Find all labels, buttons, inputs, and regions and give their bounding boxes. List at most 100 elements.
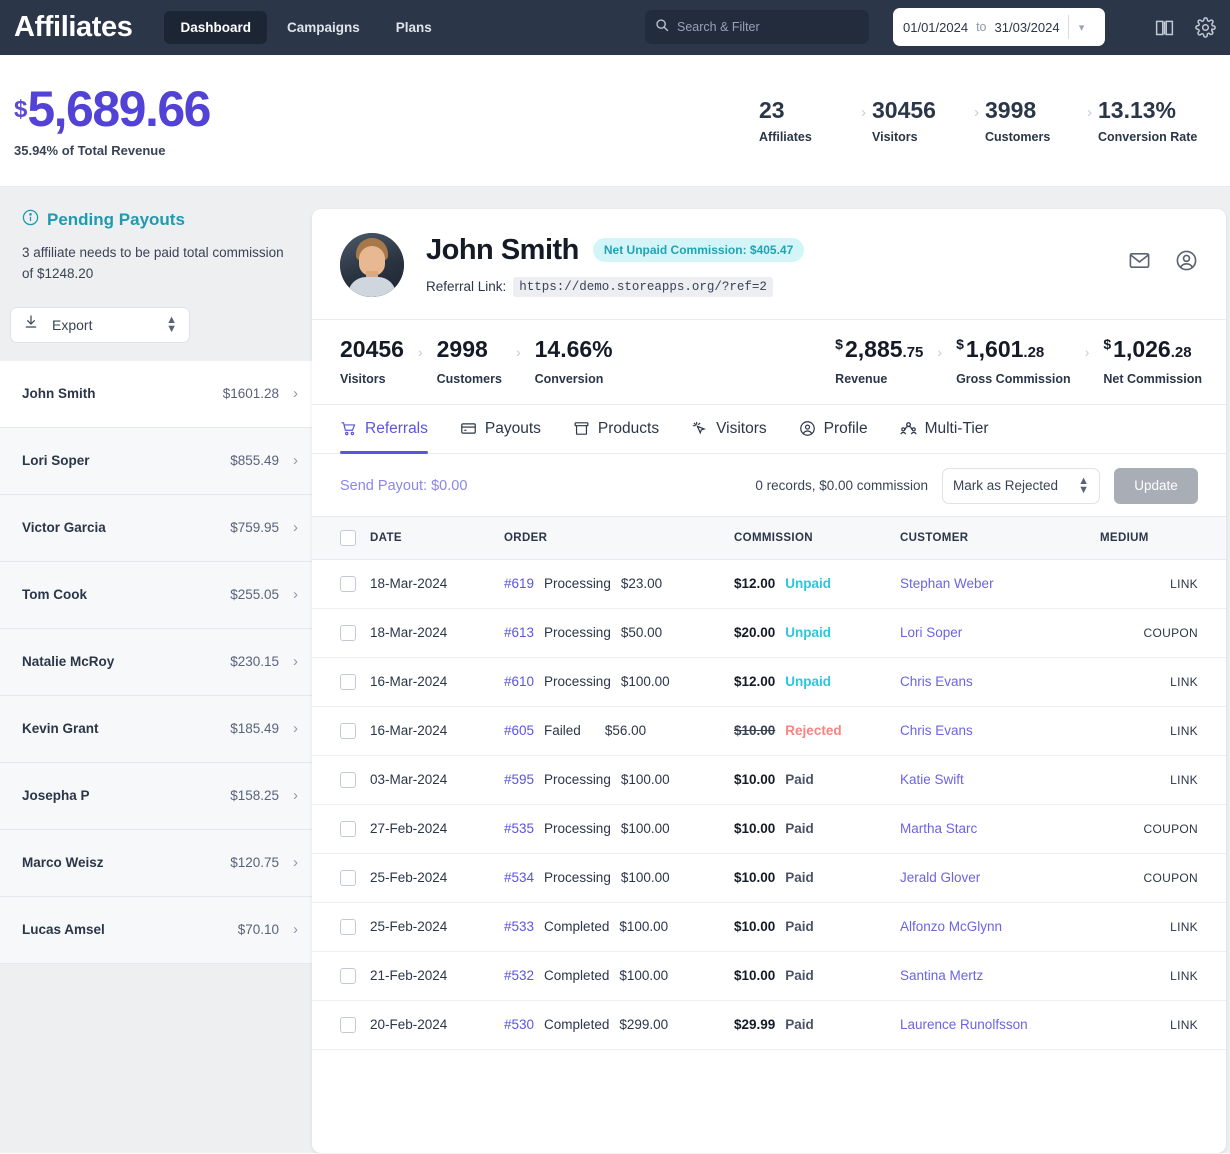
affiliate-list-item[interactable]: Lori Soper $855.49 ›	[0, 427, 312, 495]
cell-commission-amount: $10.00	[734, 772, 776, 788]
column-header-customer[interactable]: CUSTOMER	[900, 515, 1100, 560]
stat-gross-commission-value: $1,601.28	[956, 336, 1071, 364]
row-checkbox[interactable]	[340, 918, 356, 935]
cell-medium: LINK	[1170, 969, 1198, 984]
mail-icon[interactable]	[1128, 249, 1151, 272]
cell-customer[interactable]: Laurence Runolfsson	[900, 1017, 1028, 1032]
send-payout-link[interactable]: Send Payout: $0.00	[340, 478, 467, 494]
date-range-picker[interactable]: 01/01/2024 to 31/03/2024 ▾	[893, 8, 1105, 46]
table-row[interactable]: 20-Feb-2024 #530 Completed $299.00 $29.99 P…	[312, 1000, 1226, 1050]
affiliate-list-item[interactable]: Marco Weisz $120.75 ›	[0, 829, 312, 897]
cell-order-id[interactable]: #605	[504, 723, 534, 738]
row-checkbox[interactable]	[340, 575, 356, 592]
cell-order-id[interactable]: #610	[504, 674, 534, 689]
stepper-icon[interactable]: ▲ ▼	[166, 315, 177, 335]
stat-customers: 2998 Customers	[437, 336, 502, 386]
chevron-right-icon: ›	[1084, 343, 1090, 360]
cell-order-id[interactable]: #613	[504, 625, 534, 640]
chevron-right-icon: ›	[937, 343, 943, 360]
export-button[interactable]: Export ▲ ▼	[10, 306, 190, 343]
row-checkbox[interactable]	[340, 967, 356, 984]
cell-order-id[interactable]: #534	[504, 870, 534, 885]
table-row[interactable]: 18-Mar-2024 #613 Processing $50.00 $20.00 U…	[312, 608, 1226, 658]
row-checkbox[interactable]	[340, 820, 356, 837]
cell-customer[interactable]: Chris Evans	[900, 723, 973, 738]
gear-icon[interactable]	[1195, 17, 1216, 38]
column-header-commission[interactable]: COMMISSION	[734, 515, 900, 560]
column-header-date[interactable]: DATE	[370, 515, 504, 560]
column-header-medium[interactable]: MEDIUM	[1100, 515, 1226, 560]
bulk-action-select[interactable]: Mark as Rejected ▲ ▼	[942, 467, 1100, 504]
affiliate-list-item[interactable]: Victor Garcia $759.95 ›	[0, 494, 312, 562]
cell-customer[interactable]: Chris Evans	[900, 674, 973, 689]
table-row[interactable]: 16-Mar-2024 #610 Processing $100.00 $12.00…	[312, 657, 1226, 707]
cell-date: 25-Feb-2024	[370, 902, 504, 952]
cell-order-id[interactable]: #595	[504, 772, 534, 787]
tab-profile[interactable]: Profile	[799, 405, 868, 453]
select-all-checkbox[interactable]	[340, 529, 356, 546]
affiliate-list-item[interactable]: John Smith $1601.28 ›	[0, 360, 312, 428]
row-checkbox[interactable]	[340, 1016, 356, 1033]
tab-products[interactable]: Products	[573, 405, 659, 453]
table-row[interactable]: 27-Feb-2024 #535 Processing $100.00 $10.00…	[312, 804, 1226, 854]
table-row[interactable]: 18-Mar-2024 #619 Processing $23.00 $12.00 U…	[312, 559, 1226, 609]
cell-customer[interactable]: Santina Mertz	[900, 968, 983, 983]
row-checkbox[interactable]	[340, 869, 356, 886]
cell-customer[interactable]: Lori Soper	[900, 625, 962, 640]
cell-order-amount: $50.00	[620, 625, 663, 641]
cell-commission-amount: $10.00	[734, 821, 776, 837]
kpi-customers-label: Customers	[985, 130, 1051, 145]
cell-order-id[interactable]: #619	[504, 576, 534, 591]
affiliate-name: Natalie McRoy	[22, 654, 115, 670]
cell-medium: LINK	[1170, 675, 1198, 690]
stepper-icon[interactable]: ▲ ▼	[1078, 475, 1089, 495]
nav-link-dashboard[interactable]: Dashboard	[164, 11, 267, 44]
cell-customer[interactable]: Jerald Glover	[900, 870, 980, 885]
records-summary: 0 records, $0.00 commission	[755, 478, 928, 494]
stat-gross-whole: 1,601	[965, 336, 1024, 362]
stat-net-commission-value: $1,026.28	[1103, 336, 1202, 364]
table-row[interactable]: 25-Feb-2024 #534 Processing $100.00 $10.00…	[312, 853, 1226, 903]
search-input[interactable]	[677, 20, 859, 34]
table-row[interactable]: 25-Feb-2024 #533 Completed $100.00 $10.00 P…	[312, 902, 1226, 952]
cell-customer[interactable]: Alfonzo McGlynn	[900, 919, 1002, 934]
affiliate-list-item[interactable]: Tom Cook $255.05 ›	[0, 561, 312, 629]
affiliate-list-item[interactable]: Josepha P $158.25 ›	[0, 762, 312, 830]
row-checkbox[interactable]	[340, 722, 356, 739]
update-button[interactable]: Update	[1114, 467, 1198, 504]
table-row[interactable]: 21-Feb-2024 #532 Completed $100.00 $10.00 P…	[312, 951, 1226, 1001]
cell-order-id[interactable]: #535	[504, 821, 534, 836]
referral-link-url[interactable]: https://demo.storeapps.org/?ref=2	[513, 276, 773, 297]
tab-visitors[interactable]: Visitors	[691, 405, 767, 453]
book-icon[interactable]	[1154, 17, 1175, 38]
date-range-from[interactable]: 01/01/2024	[903, 20, 968, 35]
row-checkbox[interactable]	[340, 673, 356, 690]
cell-medium: LINK	[1170, 577, 1198, 592]
cell-order-id[interactable]: #533	[504, 919, 534, 934]
cell-customer[interactable]: Stephan Weber	[900, 576, 994, 591]
column-header-order[interactable]: ORDER	[504, 515, 734, 560]
nav-link-campaigns[interactable]: Campaigns	[271, 11, 376, 44]
tab-payouts[interactable]: Payouts	[460, 405, 541, 453]
cell-customer[interactable]: Katie Swift	[900, 772, 964, 787]
nav-link-plans[interactable]: Plans	[380, 11, 448, 44]
chevron-down-icon[interactable]: ▾	[1069, 21, 1095, 34]
user-circle-icon[interactable]	[1175, 249, 1198, 272]
row-checkbox[interactable]	[340, 771, 356, 788]
kpi-metric-group: 23 Affiliates › 30456 Visitors › 3998 Cu…	[759, 97, 1222, 144]
affiliate-list-item[interactable]: Natalie McRoy $230.15 ›	[0, 628, 312, 696]
table-row[interactable]: 16-Mar-2024 #605 Failed $56.00 $10.00 Rejec…	[312, 706, 1226, 756]
cell-order-id[interactable]: #532	[504, 968, 534, 983]
tab-multi-tier[interactable]: Multi-Tier	[899, 405, 989, 453]
cell-customer[interactable]: Martha Starc	[900, 821, 977, 836]
row-checkbox[interactable]	[340, 624, 356, 641]
table-row[interactable]: 03-Mar-2024 #595 Processing $100.00 $10.00…	[312, 755, 1226, 805]
date-range-until[interactable]: 31/03/2024	[995, 20, 1060, 35]
tab-referrals[interactable]: Referrals	[340, 405, 428, 454]
chevron-right-icon: ›	[515, 343, 521, 360]
cell-order-status: Processing	[544, 625, 611, 641]
affiliate-list-item[interactable]: Kevin Grant $185.49 ›	[0, 695, 312, 763]
search-filter-box[interactable]	[645, 10, 869, 44]
affiliate-list-item[interactable]: Lucas Amsel $70.10 ›	[0, 896, 312, 964]
cell-order-id[interactable]: #530	[504, 1017, 534, 1032]
